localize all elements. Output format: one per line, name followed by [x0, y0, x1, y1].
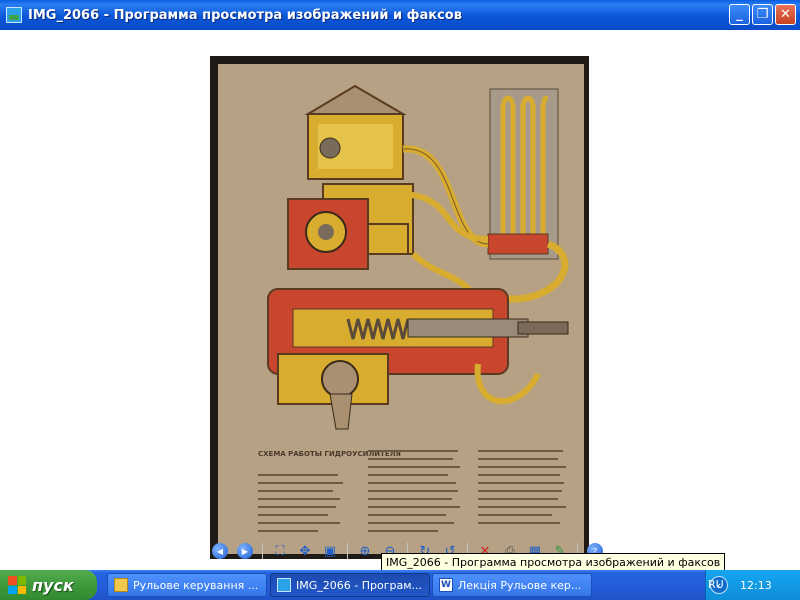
language-indicator[interactable]: RU: [708, 578, 724, 591]
folder-icon: [114, 578, 128, 592]
image-viewer-icon: [277, 578, 291, 592]
slideshow-button[interactable]: ▣: [320, 541, 340, 561]
windows-logo-icon: [8, 576, 26, 594]
image-viewer-area: СХЕМА РАБОТЫ ГИДРОУСИЛИТЕЛЯ: [0, 30, 800, 559]
taskbar-item-label: IMG_2066 - Програм...: [296, 578, 422, 592]
best-fit-button[interactable]: ⛶: [270, 541, 290, 561]
start-button[interactable]: пуск: [0, 570, 97, 600]
zoom-in-button[interactable]: ⊕: [355, 541, 375, 561]
window-controls: _ ❐ ✕: [729, 4, 796, 25]
power-steering-diagram: СХЕМА РАБОТЫ ГИДРОУСИЛИТЕЛЯ: [258, 84, 569, 532]
taskbar-item-word-document[interactable]: W Лекція Рульове кер...: [432, 573, 592, 597]
zoom-in-icon: ⊕: [359, 543, 371, 559]
taskbar-item-folder[interactable]: Рульове керування ...: [107, 573, 267, 597]
taskbar-item-image-viewer[interactable]: IMG_2066 - Програм...: [270, 573, 430, 597]
taskbar: пуск Рульове керування ... IMG_2066 - Пр…: [0, 570, 800, 600]
actual-size-icon: ✥: [299, 543, 311, 559]
taskbar-item-label: Лекція Рульове кер...: [458, 578, 582, 592]
title-bar[interactable]: IMG_2066 - Программа просмотра изображен…: [0, 0, 800, 30]
close-button[interactable]: ✕: [775, 4, 796, 25]
displayed-photo: СХЕМА РАБОТЫ ГИДРОУСИЛИТЕЛЯ: [210, 56, 589, 559]
toolbar-separator: [347, 543, 348, 559]
image-viewer-icon: [6, 7, 22, 23]
slideshow-icon: ▣: [323, 543, 337, 559]
maximize-button[interactable]: ❐: [752, 4, 773, 25]
toolbar-separator: [262, 543, 263, 559]
window-title: IMG_2066 - Программа просмотра изображен…: [28, 7, 462, 23]
start-label: пуск: [32, 575, 74, 595]
previous-image-button[interactable]: ◀: [210, 541, 230, 561]
word-document-icon: W: [439, 578, 453, 592]
book-page: СХЕМА РАБОТЫ ГИДРОУСИЛИТЕЛЯ: [218, 64, 584, 554]
minimize-button[interactable]: _: [729, 4, 750, 25]
next-arrow-icon: ▶: [237, 543, 253, 559]
previous-arrow-icon: ◀: [212, 543, 228, 559]
best-fit-icon: ⛶: [275, 543, 285, 559]
next-image-button[interactable]: ▶: [235, 541, 255, 561]
clock: 12:13: [740, 578, 772, 592]
taskbar-item-label: Рульове керування ...: [133, 578, 259, 592]
actual-size-button[interactable]: ✥: [295, 541, 315, 561]
